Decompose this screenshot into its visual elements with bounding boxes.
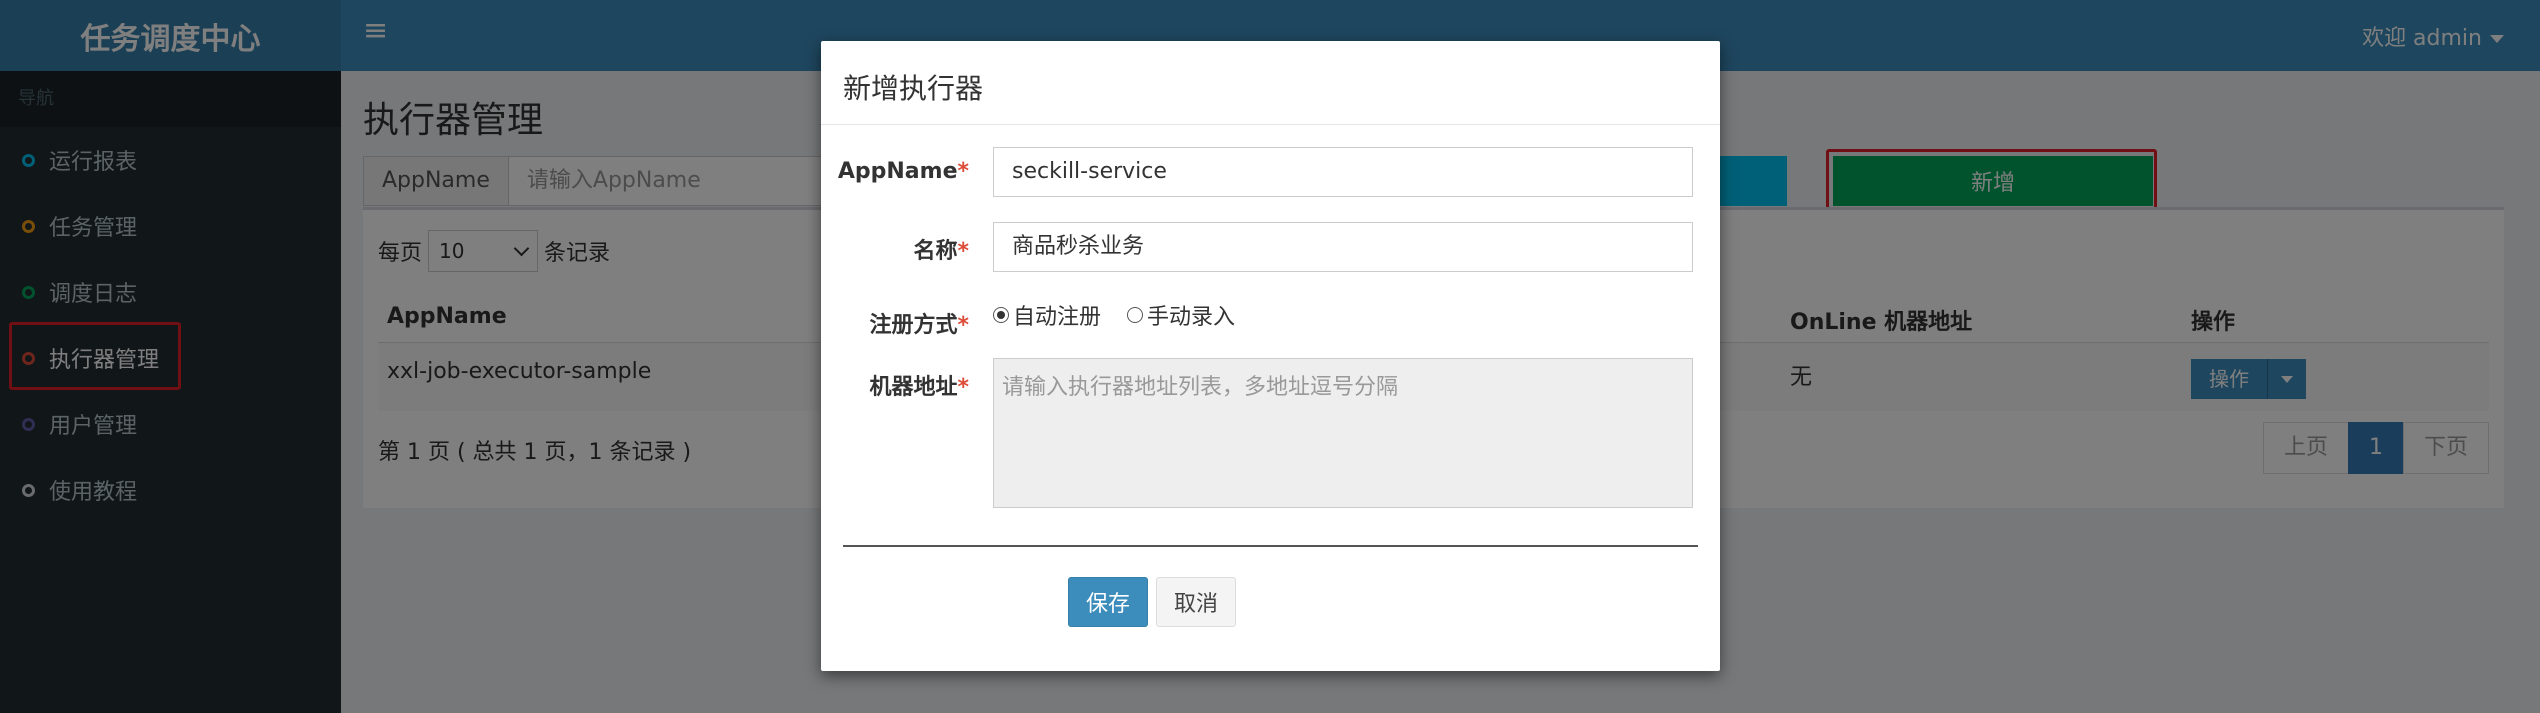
manual-register-radio[interactable] — [1127, 307, 1144, 323]
address-label-text: 机器地址 — [869, 375, 958, 400]
manual-register-label[interactable]: 手动录入 — [1147, 299, 1235, 331]
register-type-label-text: 注册方式 — [869, 313, 958, 338]
required-mark: * — [957, 313, 969, 338]
name-input[interactable]: 商品秒杀业务 — [993, 222, 1693, 272]
register-type-group: 自动注册 手动录入 — [993, 299, 1235, 331]
cancel-button[interactable]: 取消 — [1156, 577, 1236, 627]
modal-title: 新增执行器 — [843, 72, 984, 105]
address-label: 机器地址* — [769, 369, 969, 401]
auto-register-label[interactable]: 自动注册 — [1013, 299, 1101, 331]
required-mark: * — [957, 159, 969, 184]
appname-input[interactable]: seckill-service — [993, 147, 1693, 197]
required-mark: * — [957, 375, 969, 400]
add-executor-modal: 新增执行器 AppName* seckill-service 名称* 商品秒杀业… — [821, 41, 1720, 671]
save-button[interactable]: 保存 — [1068, 577, 1148, 627]
appname-label-text: AppName — [837, 159, 958, 184]
auto-register-radio[interactable] — [993, 307, 1009, 323]
address-textarea[interactable]: 请输入执行器地址列表，多地址逗号分隔 — [993, 358, 1693, 508]
modal-divider — [821, 124, 1720, 125]
name-label-text: 名称 — [913, 239, 958, 264]
appname-label: AppName* — [769, 159, 969, 184]
form-divider — [843, 545, 1698, 547]
required-mark: * — [957, 239, 969, 264]
name-label: 名称* — [769, 233, 969, 265]
register-type-label: 注册方式* — [769, 307, 969, 339]
